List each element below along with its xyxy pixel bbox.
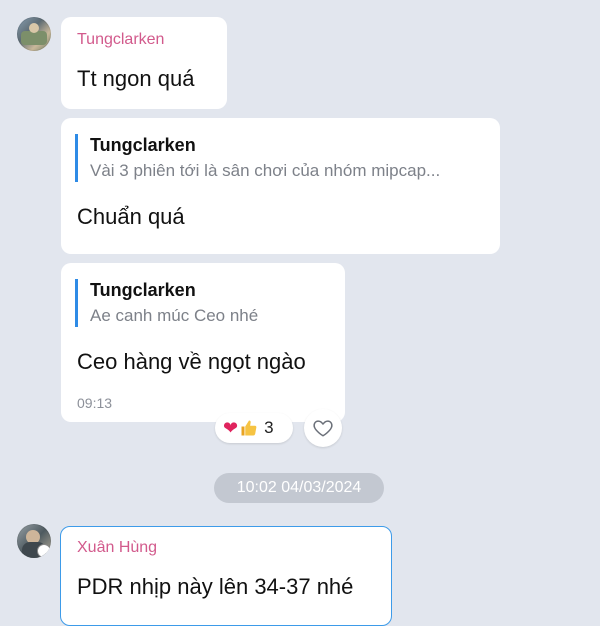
date-separator: 10:02 04/03/2024 xyxy=(214,473,384,503)
reactions-bar[interactable]: ❤ 3 xyxy=(215,413,293,443)
sender-name[interactable]: Tungclarken xyxy=(77,31,164,49)
message-time: 09:13 xyxy=(77,395,113,411)
quote-author: Tungclarken xyxy=(90,280,196,300)
message-text: Chuẩn quá xyxy=(77,204,185,229)
avatar-xuan-hung[interactable] xyxy=(17,524,51,558)
quote-text: Vài 3 phiên tới là sân chơi của nhóm mip… xyxy=(90,161,441,180)
message-text: Tt ngon quá xyxy=(77,66,195,91)
message-bubble[interactable]: Tungclarken Tt ngon quá xyxy=(61,17,227,109)
reaction-count: 3 xyxy=(264,418,274,437)
message-bubble[interactable]: Tungclarken Ae canh múc Ceo nhé Ceo hàng… xyxy=(61,263,345,422)
quote-author: Tungclarken xyxy=(90,135,196,155)
message-bubble[interactable]: Tungclarken Vài 3 phiên tới là sân chơi … xyxy=(61,118,500,254)
thumbs-up-icon xyxy=(240,413,258,443)
message-text: PDR nhịp này lên 34-37 nhé xyxy=(77,574,354,599)
avatar-tungclarken[interactable] xyxy=(17,17,51,51)
quote-text: Ae canh múc Ceo nhé xyxy=(90,306,259,325)
sender-name[interactable]: Xuân Hùng xyxy=(77,539,157,557)
quoted-message[interactable]: Tungclarken Vài 3 phiên tới là sân chơi … xyxy=(75,134,440,182)
heart-outline-icon xyxy=(313,420,333,437)
heart-icon: ❤ xyxy=(223,418,239,438)
message-bubble-selected[interactable]: Xuân Hùng PDR nhịp này lên 34-37 nhé xyxy=(60,526,392,626)
message-text: Ceo hàng về ngọt ngào xyxy=(77,349,306,374)
add-reaction-button[interactable] xyxy=(304,409,342,447)
quoted-message[interactable]: Tungclarken Ae canh múc Ceo nhé xyxy=(75,279,258,327)
